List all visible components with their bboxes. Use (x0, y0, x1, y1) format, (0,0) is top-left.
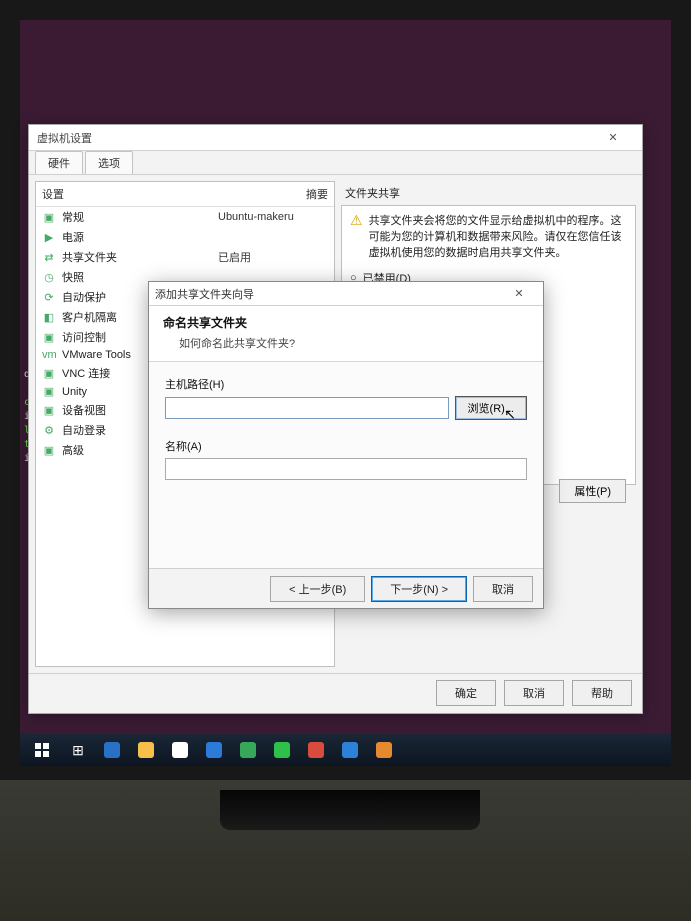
vmware-icon: vm (42, 349, 56, 361)
wizard-titlebar[interactable]: 添加共享文件夹向导 ✕ (149, 282, 543, 306)
app-icon (342, 742, 358, 758)
device-icon: ▣ (42, 211, 56, 224)
settings-button[interactable] (200, 737, 228, 763)
add-shared-folder-wizard: 添加共享文件夹向导 ✕ 命名共享文件夹 如何命名此共享文件夹? 主机路径(H) … (148, 281, 544, 609)
view-icon: ▣ (42, 404, 56, 417)
clock-icon: ◷ (42, 271, 56, 284)
wizard-heading: 命名共享文件夹 (163, 314, 529, 331)
device-row-power[interactable]: ▶ 电源 (36, 227, 334, 247)
refresh-icon: ⟳ (42, 291, 56, 304)
vm-settings-titlebar[interactable]: 虚拟机设置 ✕ (29, 125, 642, 151)
unity-icon: ▣ (42, 385, 56, 398)
back-button[interactable]: < 上一步(B) (270, 576, 365, 602)
monitor-icon: ▣ (42, 367, 56, 380)
settings-icon (206, 742, 222, 758)
wizard-title: 添加共享文件夹向导 (155, 286, 254, 302)
wizard-buttons: < 上一步(B) 下一步(N) > 取消 (149, 568, 543, 608)
name-label: 名称(A) (165, 438, 527, 454)
vm-settings-title: 虚拟机设置 (37, 130, 92, 146)
device-row-general[interactable]: ▣ 常规 Ubuntu-makeru (36, 207, 334, 227)
close-icon: ✕ (608, 131, 617, 144)
start-button[interactable] (26, 737, 58, 763)
folder-name-input[interactable] (165, 458, 527, 480)
wizard-subheading: 如何命名此共享文件夹? (179, 335, 529, 351)
windows-taskbar: ⊞ (20, 734, 671, 766)
settings-tabs: 硬件 选项 (29, 151, 642, 175)
wizard-cancel-button[interactable]: 取消 (473, 576, 533, 602)
device-row-shared-folders[interactable]: ⇄ 共享文件夹 已启用 (36, 247, 334, 267)
vmware-icon (376, 742, 392, 758)
properties-button[interactable]: 属性(P) (559, 479, 626, 503)
warning-icon: ⚠ (350, 212, 363, 260)
edge-button[interactable] (98, 737, 126, 763)
host-path-input[interactable] (165, 397, 449, 419)
help-button[interactable]: 帮助 (572, 680, 632, 706)
vm-settings-close-button[interactable]: ✕ (592, 126, 634, 150)
gear-icon: ⚙ (42, 424, 56, 437)
vm-settings-buttons: 确定 取消 帮助 (29, 673, 642, 711)
chrome-icon (240, 742, 256, 758)
shared-folders-section-title: 文件夹共享 (345, 185, 636, 201)
wizard-header: 命名共享文件夹 如何命名此共享文件夹? (149, 306, 543, 362)
close-icon: ✕ (514, 287, 523, 300)
chrome-button[interactable] (234, 737, 262, 763)
taskview-button[interactable]: ⊞ (64, 737, 92, 763)
device-list-header: 设置 摘要 (36, 182, 334, 207)
advanced-icon: ▣ (42, 444, 56, 457)
windows-logo-icon (35, 743, 49, 757)
ok-button[interactable]: 确定 (436, 680, 496, 706)
monitor-stand (220, 790, 480, 830)
next-button[interactable]: 下一步(N) > (371, 576, 467, 602)
tab-hardware[interactable]: 硬件 (35, 151, 83, 174)
store-icon (172, 742, 188, 758)
tab-options[interactable]: 选项 (85, 151, 133, 174)
explorer-button[interactable] (132, 737, 160, 763)
edge-icon (104, 742, 120, 758)
host-path-label: 主机路径(H) (165, 376, 527, 392)
share-icon: ⇄ (42, 251, 56, 264)
warning-text: 共享文件夹会将您的文件显示给虚拟机中的程序。这可能为您的计算机和数据带来风险。请… (369, 212, 627, 260)
vmware-button[interactable] (370, 737, 398, 763)
folder-icon (138, 742, 154, 758)
browse-button[interactable]: 浏览(R)... ↖ (455, 396, 527, 420)
cancel-button[interactable]: 取消 (504, 680, 564, 706)
app-button-1[interactable] (302, 737, 330, 763)
app-button-2[interactable] (336, 737, 364, 763)
app-icon (308, 742, 324, 758)
wechat-icon (274, 742, 290, 758)
lock-icon: ▣ (42, 331, 56, 344)
play-icon: ▶ (42, 231, 56, 244)
box-icon: ◧ (42, 311, 56, 324)
taskview-icon: ⊞ (72, 742, 84, 759)
wechat-button[interactable] (268, 737, 296, 763)
wizard-close-button[interactable]: ✕ (501, 283, 537, 305)
store-button[interactable] (166, 737, 194, 763)
